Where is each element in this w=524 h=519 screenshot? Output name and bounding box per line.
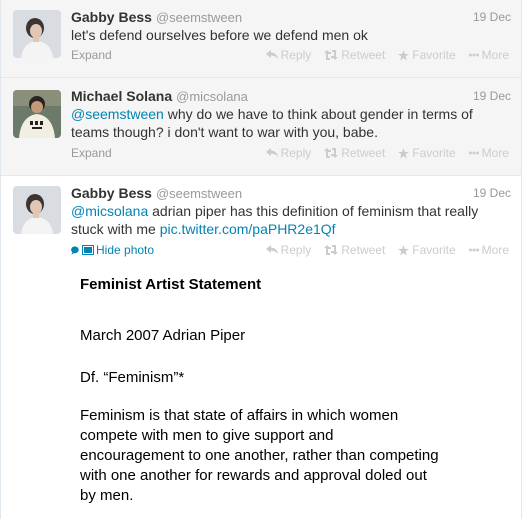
favorite-button[interactable]: Favorite <box>398 243 456 257</box>
tweet-text: @micsolana adrian piper has this definit… <box>71 202 511 238</box>
fullname[interactable]: Gabby Bess <box>71 185 152 201</box>
mention-link[interactable]: @seemstween <box>71 106 164 122</box>
reply-label: Reply <box>280 243 312 257</box>
more-label: More <box>481 243 509 257</box>
more-label: More <box>481 48 509 62</box>
tweet[interactable]: Gabby Bess @seemstween 19 Dec @micsolana … <box>1 176 521 519</box>
more-icon <box>468 248 479 252</box>
reply-button[interactable]: Reply <box>265 146 312 160</box>
star-icon <box>398 147 410 159</box>
tweet-actions: Reply Retweet Favorite More <box>265 146 509 160</box>
reply-icon <box>265 50 278 59</box>
avatar[interactable] <box>13 10 61 58</box>
definition-heading: Df. “Feminism”* <box>80 369 185 386</box>
retweet-icon <box>324 245 339 255</box>
reply-button[interactable]: Reply <box>265 48 312 62</box>
favorite-button[interactable]: Favorite <box>398 48 456 62</box>
tweet-actions: Reply Retweet Favorite More <box>265 243 509 257</box>
expand-link[interactable]: Expand <box>71 146 112 160</box>
document-title: Feminist Artist Statement <box>80 276 262 293</box>
retweet-button[interactable]: Retweet <box>324 48 385 62</box>
reply-label: Reply <box>280 146 312 160</box>
fullname[interactable]: Michael Solana <box>71 88 172 104</box>
tweet-header: Gabby Bess @seemstween 19 Dec <box>71 8 511 26</box>
retweet-label: Retweet <box>341 243 386 257</box>
photo-link[interactable]: pic.twitter.com/paPHR2e1Qf <box>160 221 336 237</box>
favorite-label: Favorite <box>412 243 456 257</box>
retweet-icon <box>324 148 339 158</box>
favorite-label: Favorite <box>412 48 456 62</box>
tweet[interactable]: Gabby Bess @seemstween 19 Dec let's defen… <box>1 0 521 78</box>
more-icon <box>468 151 479 155</box>
reply-icon <box>265 245 278 254</box>
retweet-button[interactable]: Retweet <box>324 146 385 160</box>
avatar[interactable] <box>13 186 61 234</box>
timestamp[interactable]: 19 Dec <box>473 184 511 202</box>
retweet-label: Retweet <box>341 146 386 160</box>
username[interactable]: @seemstween <box>156 186 242 201</box>
favorite-button[interactable]: Favorite <box>398 146 456 160</box>
avatar[interactable] <box>13 90 61 138</box>
photo-icon <box>82 245 94 255</box>
favorite-label: Favorite <box>412 146 456 160</box>
more-label: More <box>481 146 509 160</box>
tweet-timeline: Gabby Bess @seemstween 19 Dec let's defen… <box>0 0 522 519</box>
more-icon <box>468 53 479 57</box>
reply-button[interactable]: Reply <box>265 243 312 257</box>
hide-photo-link[interactable]: Hide photo <box>71 243 154 257</box>
mention-link[interactable]: @micsolana <box>71 203 148 219</box>
more-button[interactable]: More <box>468 243 509 257</box>
definition-body: Feminism is that state of affairs in whi… <box>80 407 439 504</box>
reply-icon <box>265 148 278 157</box>
tweet-header: Gabby Bess @seemstween 19 Dec <box>71 184 511 202</box>
retweet-icon <box>324 50 339 60</box>
more-button[interactable]: More <box>468 146 509 160</box>
tweet-text: let's defend ourselves before we defend … <box>71 27 368 43</box>
attached-photo[interactable]: Feminist Artist Statement March 2007 Adr… <box>63 270 483 519</box>
star-icon <box>398 49 410 61</box>
more-button[interactable]: More <box>468 48 509 62</box>
speech-bubble-icon <box>71 245 80 255</box>
tweet[interactable]: Michael Solana @micsolana 19 Dec @seemstw… <box>1 78 521 176</box>
tweet-text: @seemstween why do we have to think abou… <box>71 105 511 141</box>
hide-photo-label: Hide photo <box>96 243 155 257</box>
username[interactable]: @seemstween <box>156 10 242 25</box>
reply-label: Reply <box>280 48 312 62</box>
expand-link[interactable]: Expand <box>71 48 112 62</box>
fullname[interactable]: Gabby Bess <box>71 9 152 25</box>
timestamp[interactable]: 19 Dec <box>473 8 511 26</box>
username[interactable]: @micsolana <box>176 89 248 104</box>
tweet-header: Michael Solana @micsolana 19 Dec <box>71 87 511 105</box>
retweet-label: Retweet <box>341 48 386 62</box>
tweet-actions: Reply Retweet Favorite More <box>265 48 509 62</box>
star-icon <box>398 244 410 256</box>
timestamp[interactable]: 19 Dec <box>473 87 511 105</box>
document-date: March 2007 Adrian Piper <box>80 327 246 344</box>
retweet-button[interactable]: Retweet <box>324 243 385 257</box>
